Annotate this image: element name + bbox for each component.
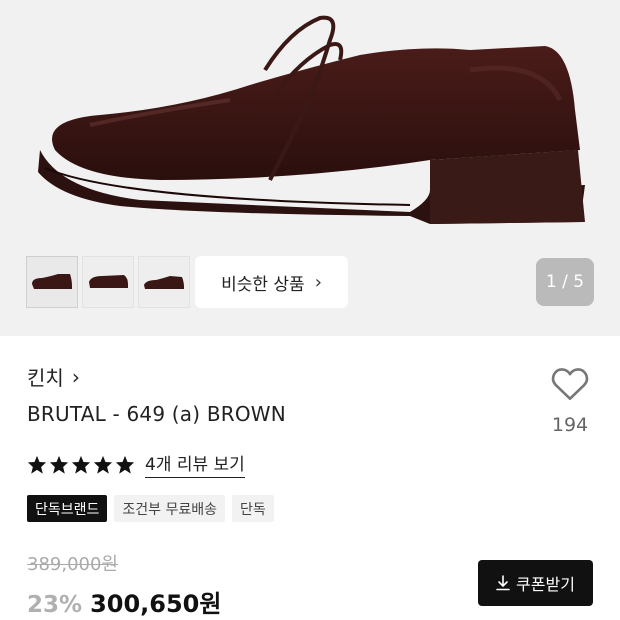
chevron-right-icon: ›: [71, 364, 80, 389]
review-link[interactable]: 4개 리뷰 보기: [145, 450, 245, 478]
coupon-label: 쿠폰받기: [516, 575, 575, 594]
like-count: 194: [551, 414, 589, 436]
shoe-thumbnail-icon: [144, 276, 184, 289]
thumbnail-strip: [26, 256, 190, 308]
similar-products-label: 비슷한 상품: [221, 274, 305, 295]
similar-products-button[interactable]: 비슷한 상품 ›: [195, 256, 348, 308]
exclusive-badge: 단독: [232, 495, 274, 522]
free-shipping-badge: 조건부 무료배송: [114, 495, 226, 522]
badge-list: 단독브랜드 조건부 무료배송 단독: [27, 495, 274, 522]
star-icon: [93, 455, 113, 474]
product-main-image: [38, 15, 585, 224]
like-button[interactable]: [548, 366, 592, 406]
star-icon: [71, 455, 91, 474]
image-counter: 1 / 5: [536, 258, 594, 306]
shoe-thumbnail-icon: [89, 275, 128, 288]
rating-row: 4개 리뷰 보기: [27, 450, 245, 478]
heart-outline-icon: [551, 368, 589, 401]
download-icon: [496, 575, 510, 591]
exclusive-brand-badge: 단독브랜드: [27, 495, 108, 522]
coupon-button[interactable]: 쿠폰받기: [478, 560, 593, 606]
original-price: 389,000원: [27, 554, 118, 575]
product-title: BRUTAL - 649 (a) BROWN: [27, 402, 286, 426]
star-icon: [49, 455, 69, 474]
chevron-right-icon: ›: [314, 271, 322, 293]
brand-name: 킨치: [27, 366, 64, 390]
shoe-thumbnail-icon: [32, 274, 72, 289]
thumbnail-2[interactable]: [82, 256, 134, 308]
price-row: 23% 300,650원: [27, 584, 221, 619]
star-rating: [27, 455, 135, 474]
brand-link[interactable]: 킨치 ›: [27, 362, 80, 391]
sale-price: 300,650원: [90, 590, 222, 618]
discount-rate: 23%: [27, 592, 83, 618]
star-icon: [27, 455, 47, 474]
product-image-gallery[interactable]: 비슷한 상품 › 1 / 5: [0, 0, 620, 336]
thumbnail-3[interactable]: [138, 256, 190, 308]
star-icon: [115, 455, 135, 474]
thumbnail-1[interactable]: [26, 256, 78, 308]
